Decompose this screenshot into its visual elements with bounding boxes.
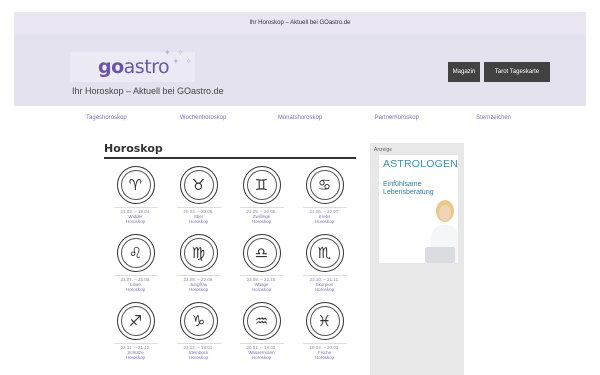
nav-item-tageshoroskop[interactable]: Tageshoroskop xyxy=(58,106,155,130)
horoscope-section: Horoskop xyxy=(104,142,356,159)
zodiac-dates: 22.11. – 21.12. xyxy=(113,343,158,350)
ad-label: Anzeige xyxy=(374,147,393,153)
taurus-icon[interactable]: ♉ xyxy=(179,166,218,204)
pisces-icon[interactable]: ♓ xyxy=(305,302,344,340)
ad-brand: ASTROLOGEN24 xyxy=(383,158,458,170)
topbar-text: Ihr Horoskop – Aktuell bei GOastro.de xyxy=(14,12,586,34)
scorpio-glyph: ♏ xyxy=(309,238,340,268)
capricorn-icon[interactable]: ♑ xyxy=(179,302,218,340)
zodiac-dates: 22.12. – 19.01. xyxy=(176,343,221,350)
zodiac-sub[interactable]: Horoskop xyxy=(252,287,271,292)
leo-icon[interactable]: ♌ xyxy=(116,234,155,272)
zodiac-dates: 19.02. – 20.03. xyxy=(302,343,347,350)
magazin-button[interactable]: Magazin xyxy=(448,62,480,82)
zodiac-item-widder[interactable]: ♈ 21.03. – 19.04. Widder Horoskop xyxy=(104,162,167,230)
zodiac-sub[interactable]: Horoskop xyxy=(189,219,208,224)
zodiac-sub[interactable]: Horoskop xyxy=(189,355,208,360)
libra-glyph: ♎ xyxy=(246,238,277,268)
zodiac-sub[interactable]: Horoskop xyxy=(315,287,334,292)
cancer-glyph: ♋ xyxy=(309,170,340,200)
gemini-icon[interactable]: ♊ xyxy=(242,166,281,204)
zodiac-dates: 23.10. – 21.11. xyxy=(302,275,347,282)
zodiac-item-fische[interactable]: ♓ 19.02. – 20.03. Fische Horoskop xyxy=(293,298,356,366)
pisces-glyph: ♓ xyxy=(309,306,340,336)
gemini-glyph: ♊ xyxy=(246,170,277,200)
aries-icon[interactable]: ♈ xyxy=(116,166,155,204)
zodiac-item-stier[interactable]: ♉ 20.04. – 20.05. Stier Horoskop xyxy=(167,162,230,230)
topbar: Ihr Horoskop – Aktuell bei GOastro.de xyxy=(0,0,600,34)
zodiac-sub[interactable]: Horoskop xyxy=(252,219,271,224)
logo-stars-icon: ✦ ✧ ✦ ✧ xyxy=(164,48,195,66)
zodiac-sub[interactable]: Horoskop xyxy=(126,355,145,360)
libra-icon[interactable]: ♎ xyxy=(242,234,281,272)
zodiac-dates: 23.07. – 22.08. xyxy=(113,275,158,282)
zodiac-sub[interactable]: Horoskop xyxy=(189,287,208,292)
nav-item-wochenhoroskop[interactable]: Wochenhoroskop xyxy=(155,106,252,130)
sagittarius-icon[interactable]: ♐ xyxy=(116,302,155,340)
zodiac-dates: 21.05. – 20.06. xyxy=(239,207,284,214)
zodiac-dates: 21.06. – 22.07. xyxy=(302,207,347,214)
zodiac-item-schuetze[interactable]: ♐ 22.11. – 21.12. Schütze Horoskop xyxy=(104,298,167,366)
zodiac-sub[interactable]: Horoskop xyxy=(252,355,271,360)
ad-woman-image xyxy=(425,200,458,263)
zodiac-sub[interactable]: Horoskop xyxy=(315,355,334,360)
zodiac-dates: 23.09. – 22.10. xyxy=(239,275,284,282)
leo-glyph: ♌ xyxy=(120,238,151,268)
zodiac-item-krebs[interactable]: ♋ 21.06. – 22.07. Krebs Horoskop xyxy=(293,162,356,230)
zodiac-sub[interactable]: Horoskop xyxy=(126,287,145,292)
tarot-tageskarte-button[interactable]: Tarot Tageskarte xyxy=(484,62,550,82)
zodiac-item-zwillinge[interactable]: ♊ 21.05. – 20.06. Zwillinge Horoskop xyxy=(230,162,293,230)
virgo-icon[interactable]: ♍ xyxy=(179,234,218,272)
zodiac-item-wassermann[interactable]: ♒ 20.01. – 18.02. Wassermann Horoskop xyxy=(230,298,293,366)
virgo-glyph: ♍ xyxy=(183,238,214,268)
aries-glyph: ♈ xyxy=(120,170,151,200)
zodiac-item-waage[interactable]: ♎ 23.09. – 22.10. Waage Horoskop xyxy=(230,230,293,298)
nav-item-monatshoroskop[interactable]: Monatshoroskop xyxy=(252,106,349,130)
ad-sidebar: Anzeige ASTROLOGEN24 Einfühlsame Lebensb… xyxy=(370,143,464,375)
ad-line-1: Einfühlsame xyxy=(383,181,422,188)
zodiac-item-jungfrau[interactable]: ♍ 23.08. – 22.09. Jungfrau Horoskop xyxy=(167,230,230,298)
cancer-icon[interactable]: ♋ xyxy=(305,166,344,204)
logo-go: go xyxy=(98,56,124,78)
zodiac-dates: 20.01. – 18.02. xyxy=(239,343,284,350)
zodiac-item-skorpion[interactable]: ♏ 23.10. – 21.11. Skorpion Horoskop xyxy=(293,230,356,298)
logo-astro: astro xyxy=(123,56,170,78)
page-title: Horoskop xyxy=(104,142,356,159)
main-nav: Tageshoroskop Wochenhoroskop Monatshoros… xyxy=(58,106,542,130)
zodiac-sub[interactable]: Horoskop xyxy=(315,219,334,224)
nav-item-sternzeichen[interactable]: Sternzeichen xyxy=(445,106,542,130)
ad-banner[interactable]: ASTROLOGEN24 Einfühlsame Lebensberatung xyxy=(379,155,458,263)
ad-brand-text: ASTROLOGEN xyxy=(383,158,458,170)
scorpio-icon[interactable]: ♏ xyxy=(305,234,344,272)
zodiac-dates: 23.08. – 22.09. xyxy=(176,275,221,282)
taurus-glyph: ♉ xyxy=(183,170,214,200)
zodiac-sub[interactable]: Horoskop xyxy=(126,219,145,224)
site-logo[interactable]: goastro xyxy=(98,56,170,78)
zodiac-item-loewe[interactable]: ♌ 23.07. – 22.08. Löwe Horoskop xyxy=(104,230,167,298)
zodiac-dates: 20.04. – 20.05. xyxy=(176,207,221,214)
aquarius-glyph: ♒ xyxy=(246,306,277,336)
site-header: goastro ✦ ✧ ✦ ✧ Ihr Horoskop – Aktuell b… xyxy=(14,34,586,106)
zodiac-grid: ♈ 21.03. – 19.04. Widder Horoskop ♉ 20.0… xyxy=(104,162,356,366)
capricorn-glyph: ♑ xyxy=(183,306,214,336)
site-tagline: Ihr Horoskop – Aktuell bei GOastro.de xyxy=(72,86,224,96)
sagittarius-glyph: ♐ xyxy=(120,306,151,336)
zodiac-item-steinbock[interactable]: ♑ 22.12. – 19.01. Steinbock Horoskop xyxy=(167,298,230,366)
aquarius-icon[interactable]: ♒ xyxy=(242,302,281,340)
zodiac-dates: 21.03. – 19.04. xyxy=(113,207,158,214)
nav-item-partnerhoroskop[interactable]: Partnerhoroskop xyxy=(348,106,445,130)
